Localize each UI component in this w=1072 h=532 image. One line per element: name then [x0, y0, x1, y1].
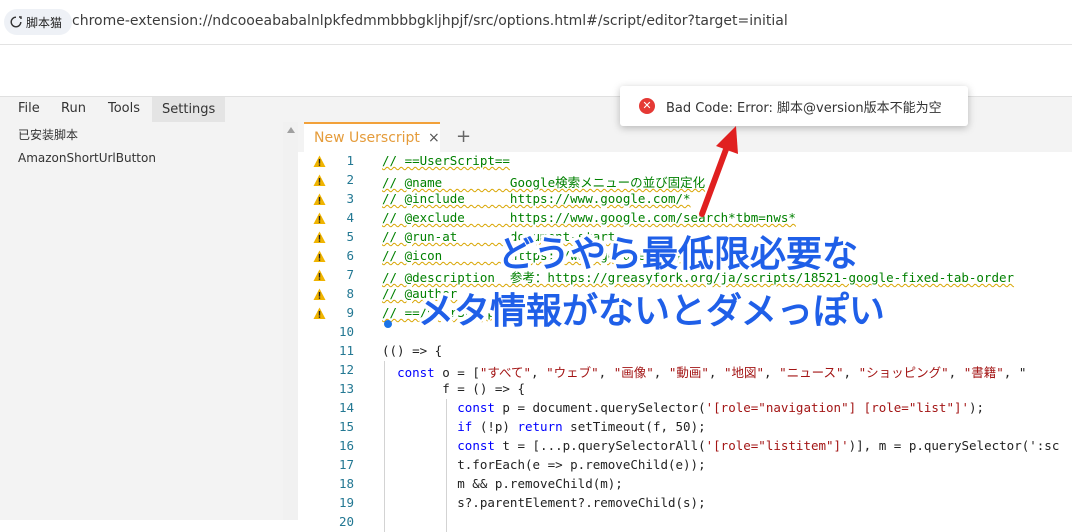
indent-guide	[446, 475, 447, 494]
line-number: 11	[338, 343, 354, 358]
indent-guide	[384, 418, 385, 437]
indent-guide	[446, 513, 447, 532]
indent-guide	[384, 437, 385, 456]
menu-run[interactable]: Run	[61, 101, 86, 116]
line-number: 10	[338, 324, 354, 339]
code-text: (() => {	[382, 343, 443, 358]
line-number: 19	[338, 495, 354, 510]
sidebar-item-amazon-short-url[interactable]: AmazonShortUrlButton	[18, 151, 156, 165]
indent-guide	[384, 513, 385, 532]
annotation-line-1: どうやら最低限必要な	[498, 234, 859, 275]
sidebar-scrollbar[interactable]	[283, 122, 298, 520]
code-line[interactable]: 17 t.forEach(e => p.removeChild(e));	[298, 456, 1072, 475]
tab-new-userscript[interactable]: New Userscript ×	[304, 122, 440, 152]
code-line[interactable]: 14 const p = document.querySelector('[ro…	[298, 399, 1072, 418]
indent-guide	[384, 456, 385, 475]
line-number: 13	[338, 381, 354, 396]
code-text: m && p.removeChild(m);	[382, 476, 623, 491]
code-line[interactable]: 18 m && p.removeChild(m);	[298, 475, 1072, 494]
line-number: 18	[338, 476, 354, 491]
code-line[interactable]: 16 const t = [...p.querySelectorAll('[ro…	[298, 437, 1072, 456]
toast-message: Bad Code: Error: 脚本@version版本不能为空	[666, 101, 942, 116]
code-line[interactable]: 2 // @name Google検索メニューの並び固定化	[298, 171, 1072, 190]
address-bar: 脚本猫 chrome-extension://ndcooeababalnlpkf…	[0, 0, 1072, 45]
indent-guide	[384, 361, 385, 380]
code-editor[interactable]: 1 // ==UserScript== 2 // @name Google検索メニュー…	[298, 152, 1072, 532]
code-text: s?.parentElement?.removeChild(s);	[382, 495, 706, 510]
line-number: 15	[338, 419, 354, 434]
line-number: 16	[338, 438, 354, 453]
scroll-up-icon[interactable]	[287, 127, 295, 133]
line-number: 8	[346, 286, 354, 301]
line-number: 2	[346, 172, 354, 187]
line-number: 12	[338, 362, 354, 377]
close-icon[interactable]: ×	[428, 130, 440, 146]
script-sidebar: 已安装脚本 AmazonShortUrlButton	[0, 122, 283, 520]
line-number: 17	[338, 457, 354, 472]
url-text[interactable]: chrome-extension://ndcooeababalnlpkfedmm…	[72, 13, 788, 29]
site-chip[interactable]: 脚本猫	[4, 9, 73, 35]
line-number: 3	[346, 191, 354, 206]
code-text: const t = [...p.querySelectorAll('[role=…	[457, 438, 1060, 453]
line-number: 4	[346, 210, 354, 225]
line-number: 1	[346, 153, 354, 168]
indent-guide	[446, 437, 447, 456]
indent-guide	[384, 475, 385, 494]
line-number: 5	[346, 229, 354, 244]
editor-tab-bar: New Userscript × +	[298, 122, 1072, 152]
lightbulb-icon[interactable]	[384, 320, 392, 328]
error-icon: ✕	[639, 98, 655, 114]
code-line[interactable]: 1 // ==UserScript==	[298, 152, 1072, 171]
code-text: // @name Google検索メニューの並び固定化	[382, 175, 706, 190]
add-tab-icon[interactable]: +	[456, 126, 471, 147]
sidebar-item-installed-scripts[interactable]: 已安装脚本	[18, 126, 78, 143]
red-arrow-icon	[699, 126, 738, 217]
indent-guide	[384, 494, 385, 513]
line-number: 9	[346, 305, 354, 320]
code-line[interactable]: 15 if (!p) return setTimeout(f, 50);	[298, 418, 1072, 437]
extension-icon	[10, 16, 22, 28]
code-line[interactable]: 12 const o = ["すべて", "ウェブ", "画像", "動画", …	[298, 361, 1072, 380]
indent-guide	[446, 418, 447, 437]
code-text: if (!p) return setTimeout(f, 50);	[457, 419, 706, 434]
indent-guide	[446, 456, 447, 475]
code-text: // @include https://www.google.com/*	[382, 191, 691, 206]
annotation-line-2: メタ情報がないとダメっぽい	[418, 291, 885, 332]
code-line[interactable]: 20	[298, 513, 1072, 532]
line-number: 20	[338, 514, 354, 529]
menu-tools[interactable]: Tools	[108, 101, 140, 116]
code-line[interactable]: 3 // @include https://www.google.com/*	[298, 190, 1072, 209]
code-line[interactable]: 11 (() => {	[298, 342, 1072, 361]
code-text: const p = document.querySelector('[role=…	[457, 400, 985, 415]
code-line[interactable]: 19 s?.parentElement?.removeChild(s);	[298, 494, 1072, 513]
indent-guide	[384, 399, 385, 418]
line-number: 6	[346, 248, 354, 263]
indent-guide	[446, 494, 447, 513]
error-toast: ✕ Bad Code: Error: 脚本@version版本不能为空	[620, 86, 968, 126]
menu-settings[interactable]: Settings	[152, 97, 226, 122]
code-text: t.forEach(e => p.removeChild(e));	[382, 457, 706, 472]
tab-label: New Userscript	[314, 130, 420, 146]
indent-guide	[384, 380, 385, 399]
line-number: 7	[346, 267, 354, 282]
code-text: // ==UserScript==	[382, 153, 510, 168]
menu-file[interactable]: File	[18, 101, 40, 116]
code-line[interactable]: 13 f = () => {	[298, 380, 1072, 399]
code-text: const o = ["すべて", "ウェブ", "画像", "動画", "地図…	[397, 365, 1027, 380]
indent-guide	[446, 399, 447, 418]
site-chip-label: 脚本猫	[26, 15, 63, 30]
line-number: 14	[338, 400, 354, 415]
code-text: f = () => {	[382, 381, 525, 396]
